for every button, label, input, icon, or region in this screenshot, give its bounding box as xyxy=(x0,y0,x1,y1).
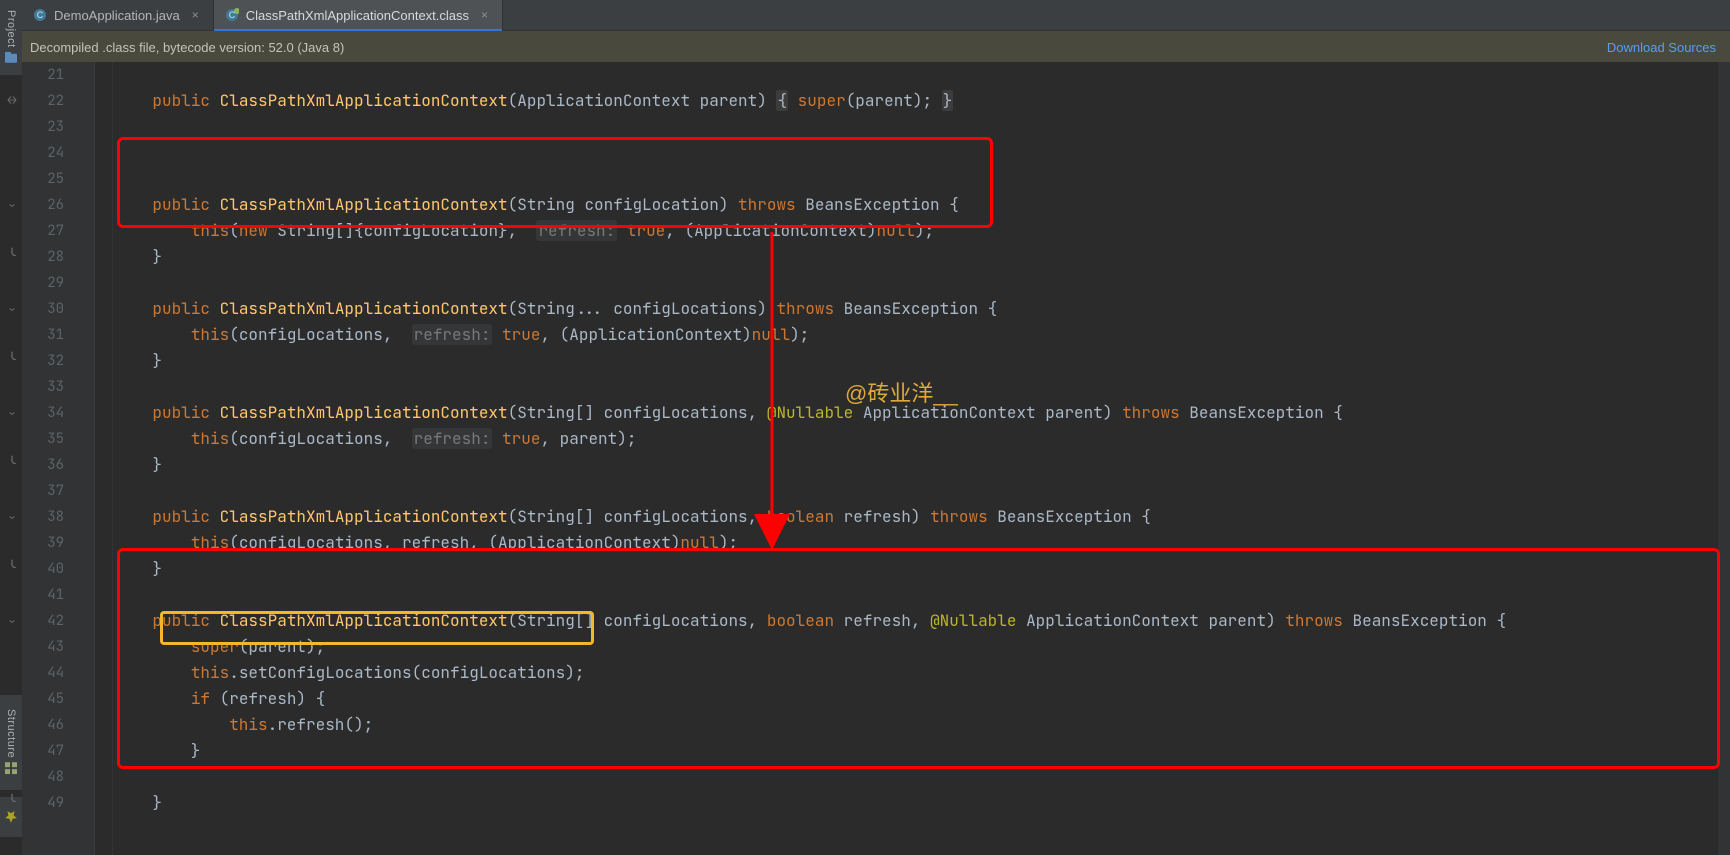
line-number[interactable]: 45 xyxy=(22,686,94,712)
code-line[interactable] xyxy=(114,764,1730,790)
line-number[interactable]: 24 xyxy=(22,140,94,166)
code-line[interactable]: this(new String[]{configLocation}, refre… xyxy=(114,218,1730,244)
line-number[interactable]: 39 xyxy=(22,530,94,556)
line-number[interactable]: 29 xyxy=(22,270,94,296)
line-number[interactable]: 48 xyxy=(22,764,94,790)
decompiled-banner: Decompiled .class file, bytecode version… xyxy=(0,31,1730,64)
line-number[interactable]: 42⌃ xyxy=(22,608,94,634)
editor-tab-classpathxml[interactable]: C ClassPathXmlApplicationContext.class × xyxy=(214,0,503,30)
svg-text:C: C xyxy=(229,10,236,20)
fold-marker-icon[interactable]: ╰ xyxy=(6,250,18,262)
line-number[interactable]: 41 xyxy=(22,582,94,608)
java-class-icon: C xyxy=(32,8,48,22)
project-icon xyxy=(4,51,18,65)
code-line[interactable] xyxy=(114,374,1730,400)
line-number[interactable]: 33 xyxy=(22,374,94,400)
line-number[interactable]: 26⌃ xyxy=(22,192,94,218)
line-number[interactable]: 38⌃ xyxy=(22,504,94,530)
code-line[interactable]: } xyxy=(114,452,1730,478)
svg-text:C: C xyxy=(37,10,44,20)
code-line[interactable]: } xyxy=(114,348,1730,374)
line-number[interactable]: 34⌃ xyxy=(22,400,94,426)
fold-marker-icon[interactable]: ╰ xyxy=(6,562,18,574)
code-editor[interactable]: 2122↔23242526⌃2728╰2930⌃3132╰3334⌃3536╰3… xyxy=(22,62,1730,855)
code-line[interactable]: public ClassPathXmlApplicationContext(St… xyxy=(114,192,1730,218)
line-number[interactable]: 32╰ xyxy=(22,348,94,374)
vertical-scrollbar[interactable] xyxy=(1717,62,1730,855)
line-number[interactable]: 25 xyxy=(22,166,94,192)
code-line[interactable] xyxy=(114,114,1730,140)
code-line[interactable]: this.setConfigLocations(configLocations)… xyxy=(114,660,1730,686)
banner-text: Decompiled .class file, bytecode version… xyxy=(30,40,344,55)
fold-marker-icon[interactable]: ⌃ xyxy=(6,614,18,626)
code-line[interactable]: this(configLocations, refresh, (Applicat… xyxy=(114,530,1730,556)
line-number[interactable]: 30⌃ xyxy=(22,296,94,322)
line-number[interactable]: 22↔ xyxy=(22,88,94,114)
toolwindow-tab-project[interactable]: Project xyxy=(0,0,22,75)
fold-marker-icon[interactable]: ╰ xyxy=(6,796,18,808)
line-number[interactable]: 46 xyxy=(22,712,94,738)
line-number[interactable]: 49╰ xyxy=(22,790,94,816)
fold-marker-icon[interactable]: ⌃ xyxy=(6,198,18,210)
line-number[interactable]: 40╰ xyxy=(22,556,94,582)
editor-tab-demoapplication[interactable]: C DemoApplication.java × xyxy=(22,0,214,30)
code-line[interactable]: public ClassPathXmlApplicationContext(St… xyxy=(114,504,1730,530)
tab-label: Structure xyxy=(5,709,17,758)
tab-label: Project xyxy=(5,10,17,48)
line-number[interactable]: 44 xyxy=(22,660,94,686)
code-line[interactable]: this(configLocations, refresh: true, (Ap… xyxy=(114,322,1730,348)
code-line[interactable] xyxy=(114,270,1730,296)
structure-icon xyxy=(4,762,18,776)
line-number[interactable]: 21 xyxy=(22,62,94,88)
line-number[interactable]: 31 xyxy=(22,322,94,348)
code-line[interactable]: } xyxy=(114,790,1730,816)
editor-tab-bar: C DemoApplication.java × C ClassPathXmlA… xyxy=(0,0,1730,31)
code-line[interactable]: public ClassPathXmlApplicationContext(St… xyxy=(114,608,1730,634)
tab-label: DemoApplication.java xyxy=(54,8,180,23)
code-line[interactable] xyxy=(114,478,1730,504)
toolwindow-tab-structure[interactable]: Structure xyxy=(0,695,22,790)
download-sources-link[interactable]: Download Sources xyxy=(1607,40,1716,55)
code-line[interactable] xyxy=(114,140,1730,166)
line-number[interactable]: 37 xyxy=(22,478,94,504)
code-line[interactable] xyxy=(114,166,1730,192)
code-line[interactable]: public ClassPathXmlApplicationContext(Ap… xyxy=(114,88,1730,114)
line-number[interactable]: 28╰ xyxy=(22,244,94,270)
line-number[interactable]: 27 xyxy=(22,218,94,244)
line-number[interactable]: 23 xyxy=(22,114,94,140)
code-line[interactable]: } xyxy=(114,738,1730,764)
code-line[interactable] xyxy=(114,582,1730,608)
line-number[interactable]: 36╰ xyxy=(22,452,94,478)
code-line[interactable]: this.refresh(); xyxy=(114,712,1730,738)
line-number[interactable]: 43 xyxy=(22,634,94,660)
java-class-icon: C xyxy=(224,8,240,22)
code-line[interactable] xyxy=(114,62,1730,88)
fold-marker-icon[interactable]: ⌃ xyxy=(6,406,18,418)
fold-marker-icon[interactable]: ↔ xyxy=(6,94,18,106)
code-line[interactable]: public ClassPathXmlApplicationContext(St… xyxy=(114,400,1730,426)
line-number[interactable]: 47 xyxy=(22,738,94,764)
tab-label: ClassPathXmlApplicationContext.class xyxy=(246,8,469,23)
fold-marker-icon[interactable]: ⌃ xyxy=(6,510,18,522)
code-line[interactable]: } xyxy=(114,556,1730,582)
line-number-gutter[interactable]: 2122↔23242526⌃2728╰2930⌃3132╰3334⌃3536╰3… xyxy=(22,62,95,855)
code-line[interactable]: if (refresh) { xyxy=(114,686,1730,712)
fold-bar[interactable] xyxy=(94,62,113,855)
fold-marker-icon[interactable]: ╰ xyxy=(6,458,18,470)
line-number[interactable]: 35 xyxy=(22,426,94,452)
code-line[interactable]: } xyxy=(114,244,1730,270)
code-line[interactable]: public ClassPathXmlApplicationContext(St… xyxy=(114,296,1730,322)
code-area[interactable]: public ClassPathXmlApplicationContext(Ap… xyxy=(114,62,1730,855)
close-icon[interactable]: × xyxy=(192,8,199,22)
fold-marker-icon[interactable]: ⌃ xyxy=(6,302,18,314)
close-icon[interactable]: × xyxy=(481,8,488,22)
code-line[interactable]: this(configLocations, refresh: true, par… xyxy=(114,426,1730,452)
fold-marker-icon[interactable]: ╰ xyxy=(6,354,18,366)
code-line[interactable]: super(parent); xyxy=(114,634,1730,660)
